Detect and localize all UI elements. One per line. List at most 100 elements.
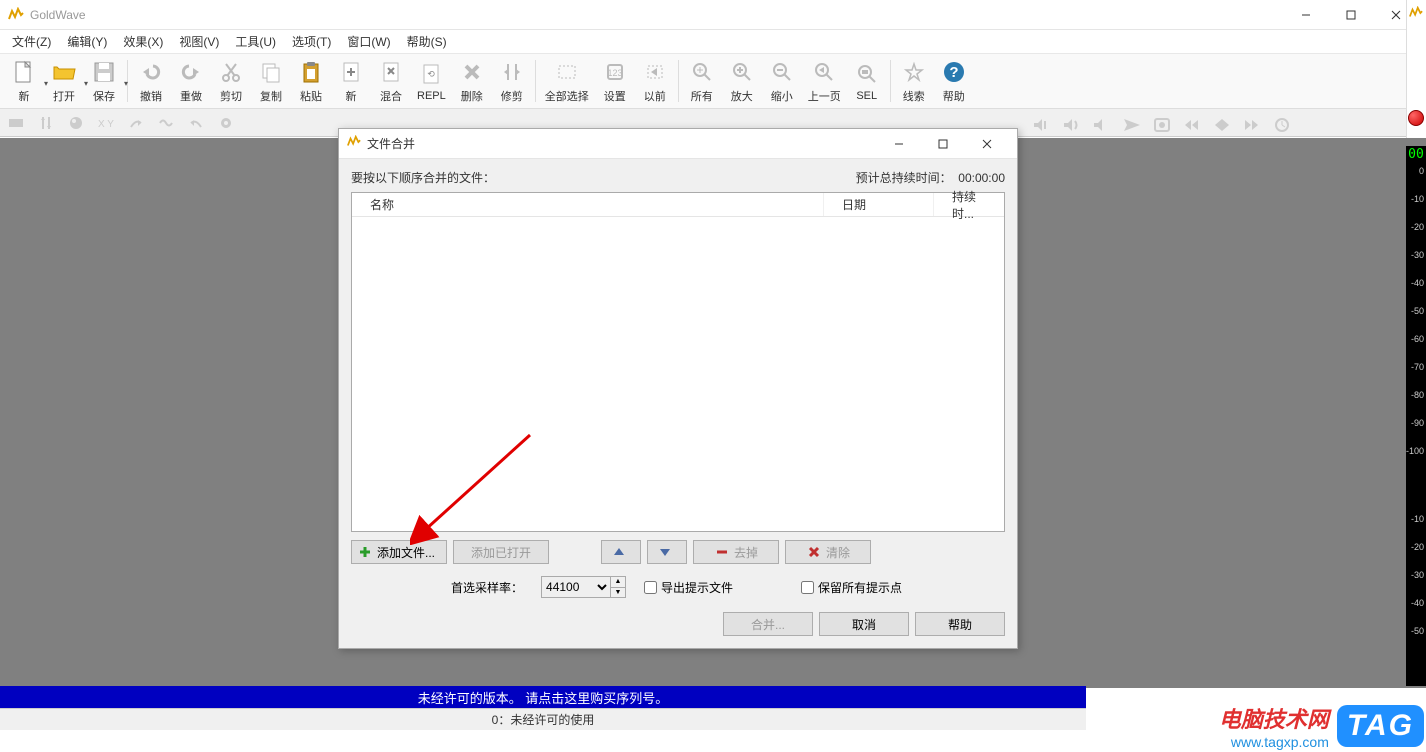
tool-delete[interactable]: 删除 [452,56,492,106]
dialog-help-button[interactable]: 帮助 [915,612,1005,636]
col-date[interactable]: 日期 [824,193,934,216]
svg-text:123: 123 [607,68,622,78]
move-up-button[interactable] [601,540,641,564]
tool-undo[interactable]: 撤销 [131,56,171,106]
dialog-prompt: 要按以下顺序合并的文件： [351,169,495,186]
minimize-button[interactable] [1283,1,1328,29]
maximize-button[interactable] [1328,1,1373,29]
watermark-red: 电脑技术网 [1219,702,1329,734]
t2-speaker-left-icon[interactable] [1030,114,1054,136]
tool-new[interactable]: ▾新 [4,56,44,106]
remove-button[interactable]: 去掉 [693,540,779,564]
mix-icon [377,58,405,86]
arrow-down-icon [658,544,672,560]
col-name[interactable]: 名称 [352,193,824,216]
undo-icon [137,58,165,86]
main-toolbar: ▾新 ▾打开 ▾保存 撤销 重做 剪切 复制 粘贴 新 混合 ⟲REPL 删除 … [0,54,1426,109]
dialog-minimize-button[interactable] [877,130,921,158]
dialog-maximize-button[interactable] [921,130,965,158]
folder-open-icon [50,58,78,86]
titlebar: GoldWave [0,0,1426,30]
move-down-button[interactable] [647,540,687,564]
record-button[interactable] [1408,110,1424,126]
menu-tool[interactable]: 工具(U) [227,30,284,53]
clear-button[interactable]: 清除 [785,540,871,564]
add-files-button[interactable]: 添加文件... [351,540,447,564]
dialog-close-button[interactable] [965,130,1009,158]
tool-open[interactable]: ▾打开 [44,56,84,106]
watermark: 电脑技术网 www.tagxp.com TAG [1219,702,1424,750]
t2-speaker-right-icon[interactable] [1090,114,1114,136]
sample-rate-spinner[interactable]: ▲▼ [610,576,626,598]
tool-trim[interactable]: 修剪 [492,56,532,106]
t2-diamond-icon[interactable] [1210,114,1234,136]
tool-select-all[interactable]: 全部选择 [539,56,595,106]
tool-mix[interactable]: 混合 [371,56,411,106]
tool-paste-new[interactable]: 新 [331,56,371,106]
tool-cut[interactable]: 剪切 [211,56,251,106]
t2-box-icon[interactable] [1150,114,1174,136]
tool-zoom-in[interactable]: 放大 [722,56,762,106]
merge-button[interactable]: 合并... [723,612,813,636]
tool-sel[interactable]: SEL [847,56,887,106]
arrow-up-icon [612,544,626,560]
export-cue-checkbox[interactable]: 导出提示文件 [644,579,733,596]
t2-arrows-v-icon[interactable] [34,112,58,134]
license-bar[interactable]: 未经许可的版本。 请点击这里购买序列号。 [0,686,1086,708]
t2-clock-icon[interactable] [1270,114,1294,136]
t2-speaker-icon[interactable] [1060,114,1084,136]
tool-prev-page[interactable]: 上一页 [802,56,847,106]
t2-skip-left-icon[interactable] [1180,114,1204,136]
cut-icon [217,58,245,86]
t2-forward-icon[interactable] [124,112,148,134]
t2-send-icon[interactable] [1120,114,1144,136]
tool-save[interactable]: ▾保存 [84,56,124,106]
menu-file[interactable]: 文件(Z) [4,30,59,53]
menu-view[interactable]: 视图(V) [171,30,227,53]
t2-skip-right-icon[interactable] [1240,114,1264,136]
t2-wave-icon[interactable] [154,112,178,134]
menu-help[interactable]: 帮助(S) [399,30,455,53]
sample-rate-select[interactable]: 44100 [541,576,611,598]
tool-prev[interactable]: 以前 [635,56,675,106]
cancel-button[interactable]: 取消 [819,612,909,636]
menu-options[interactable]: 选项(T) [284,30,339,53]
minus-red-icon [714,544,730,560]
tool-zoom-out[interactable]: 缩小 [762,56,802,106]
t2-rect-icon[interactable] [4,112,28,134]
zoom-all-icon [688,58,716,86]
t2-reverse-icon[interactable] [184,112,208,134]
col-duration[interactable]: 持续时... [934,193,1004,216]
t2-gear-icon[interactable] [214,112,238,134]
t2-xy-icon[interactable]: X Y [94,112,118,134]
tool-cue[interactable]: 线索 [894,56,934,106]
dialog-duration: 预计总持续时间： 00:00:00 [856,169,1005,186]
tag-badge: TAG [1337,705,1424,747]
tool-copy[interactable]: 复制 [251,56,291,106]
file-list[interactable]: 名称 日期 持续时... [351,192,1005,532]
menu-window[interactable]: 窗口(W) [339,30,398,53]
paste-icon [297,58,325,86]
prev-page-icon [810,58,838,86]
cue-icon [900,58,928,86]
t2-sphere-icon[interactable] [64,112,88,134]
select-all-icon [553,58,581,86]
tool-all[interactable]: 所有 [682,56,722,106]
dialog-titlebar[interactable]: 文件合并 [339,129,1017,159]
menu-effect[interactable]: 效果(X) [115,30,171,53]
zoom-out-icon [768,58,796,86]
tool-paste[interactable]: 粘贴 [291,56,331,106]
new-file-icon [10,58,38,86]
help-icon: ? [940,58,968,86]
tool-redo[interactable]: 重做 [171,56,211,106]
redo-icon [177,58,205,86]
keep-cue-checkbox[interactable]: 保留所有提示点 [801,579,902,596]
menu-edit[interactable]: 编辑(Y) [59,30,115,53]
add-open-button[interactable]: 添加已打开 [453,540,549,564]
svg-text:X Y: X Y [98,119,114,130]
tool-repl[interactable]: ⟲REPL [411,56,452,106]
tool-help[interactable]: ?帮助 [934,56,974,106]
tool-set[interactable]: 123设置 [595,56,635,106]
file-merge-dialog: 文件合并 要按以下顺序合并的文件： 预计总持续时间： 00:00:00 名称 日… [338,128,1018,649]
level-meter: 0 -10 -20 -30 -40 -50 -60 -70 -80 -90 -1… [1406,164,1426,686]
